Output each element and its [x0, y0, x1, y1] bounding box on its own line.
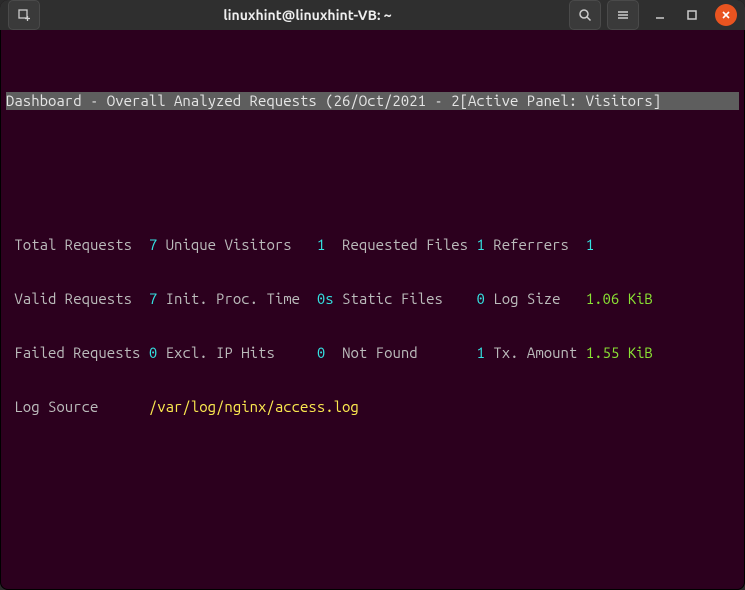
active-panel-label: [Active Panel: Visitors]	[460, 92, 662, 109]
stats-row-1: Total Requests 7 Unique Visitors 1 Reque…	[6, 236, 739, 254]
value-unique-visitors: 1	[317, 236, 325, 253]
value-static-files: 0	[477, 290, 485, 307]
minimize-button[interactable]	[651, 6, 669, 24]
value-log-size: 1.06 KiB	[586, 290, 653, 307]
dashboard-header-left: Dashboard - Overall Analyzed Requests (2…	[6, 92, 460, 109]
label-init-proc-time: Init. Proc. Time	[166, 290, 300, 307]
label-total-requests: Total Requests	[14, 236, 132, 253]
value-failed-requests: 0	[149, 344, 157, 361]
label-tx-amount: Tx. Amount	[493, 344, 577, 361]
window-title: linuxhint@linuxhint-VB: ~	[46, 7, 569, 23]
close-button[interactable]	[715, 4, 737, 26]
hamburger-menu-button[interactable]	[607, 0, 639, 30]
dashboard-header-bar: Dashboard - Overall Analyzed Requests (2…	[6, 92, 739, 110]
label-unique-visitors: Unique Visitors	[166, 236, 292, 253]
value-init-proc-time: 0s	[317, 290, 334, 307]
value-total-requests: 7	[149, 236, 157, 253]
stats-row-4: Log Source /var/log/nginx/access.log	[6, 398, 739, 416]
label-requested-files: Requested Files	[342, 236, 468, 253]
label-excl-ip-hits: Excl. IP Hits	[166, 344, 275, 361]
stats-row-2: Valid Requests 7 Init. Proc. Time 0s Sta…	[6, 290, 739, 308]
value-valid-requests: 7	[149, 290, 157, 307]
label-not-found: Not Found	[342, 344, 418, 361]
terminal-content[interactable]: Dashboard - Overall Analyzed Requests (2…	[0, 30, 745, 590]
value-log-source: /var/log/nginx/access.log	[149, 398, 359, 415]
label-referrers: Referrers	[493, 236, 569, 253]
label-log-size: Log Size	[493, 290, 560, 307]
label-static-files: Static Files	[342, 290, 443, 307]
new-tab-button[interactable]	[8, 0, 40, 30]
value-tx-amount: 1.55 KiB	[586, 344, 653, 361]
label-failed-requests: Failed Requests	[14, 344, 140, 361]
maximize-button[interactable]	[683, 6, 701, 24]
terminal-window: linuxhint@linuxhint-VB: ~ Dashboard - Ov…	[0, 0, 745, 590]
search-button[interactable]	[569, 0, 601, 30]
value-excl-ip-hits: 0	[317, 344, 325, 361]
titlebar: linuxhint@linuxhint-VB: ~	[0, 0, 745, 30]
stats-row-3: Failed Requests 0 Excl. IP Hits 0 Not Fo…	[6, 344, 739, 362]
label-valid-requests: Valid Requests	[14, 290, 132, 307]
value-referrers: 1	[586, 236, 594, 253]
value-not-found: 1	[477, 344, 485, 361]
label-log-source: Log Source	[14, 398, 98, 415]
value-requested-files: 1	[477, 236, 485, 253]
